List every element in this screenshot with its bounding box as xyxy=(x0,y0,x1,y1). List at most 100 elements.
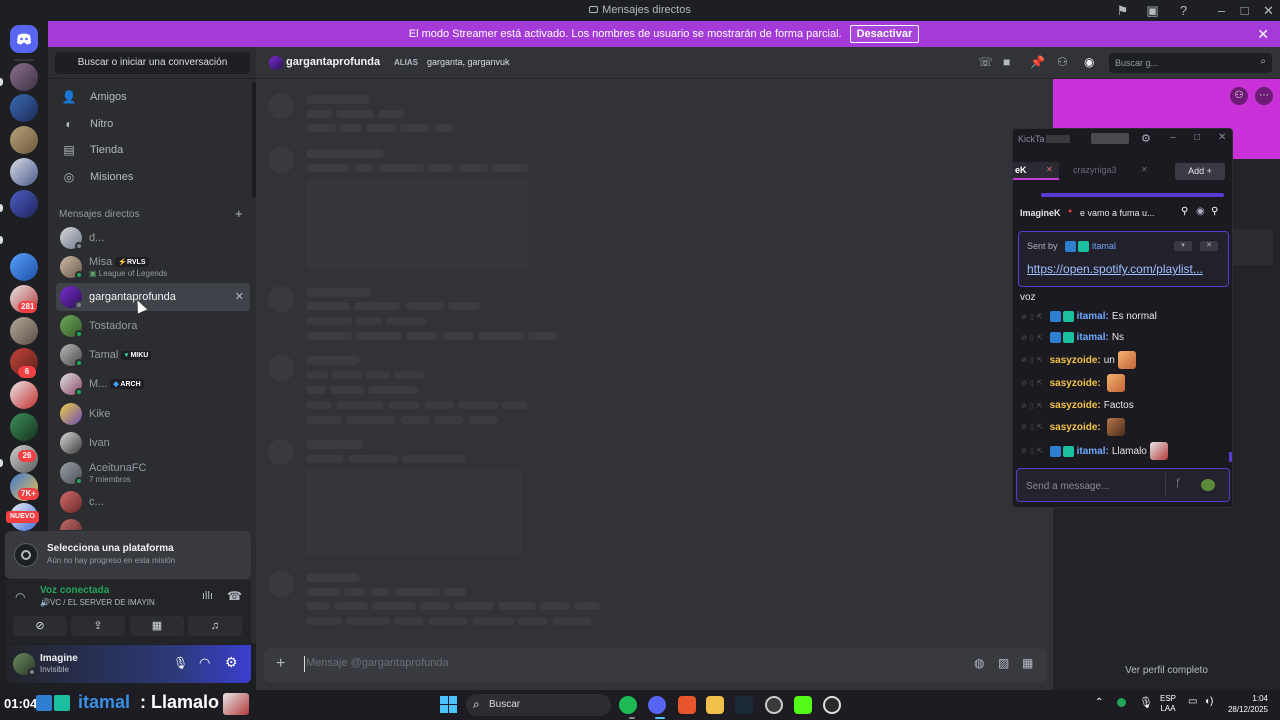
settings-gear-icon[interactable]: ⚙ xyxy=(1141,132,1151,145)
add-friend-icon[interactable]: ⚇ xyxy=(1230,87,1248,105)
microphone-icon[interactable]: 🎙 xyxy=(173,656,188,670)
deactivate-button[interactable]: Desactivar xyxy=(849,25,920,43)
noise-suppression-icon[interactable]: ıllı xyxy=(202,590,213,602)
network-icon[interactable]: ▭ xyxy=(1188,696,1197,707)
add-friends-to-dm-icon[interactable]: ⚇ xyxy=(1057,55,1068,69)
file-explorer-icon[interactable] xyxy=(706,696,724,714)
video-call-icon[interactable]: ■ xyxy=(1003,55,1010,69)
voice-channel[interactable]: 🔊VC / EL SERVER DE IMAYIN xyxy=(40,598,155,607)
headphones-icon[interactable]: ◠ xyxy=(199,655,210,671)
sticker-icon[interactable]: ▦ xyxy=(1022,656,1033,670)
server-avatar[interactable] xyxy=(10,381,38,409)
discord-home-icon[interactable] xyxy=(10,25,38,53)
pin-icon[interactable]: ⚲ xyxy=(1181,206,1188,217)
server-avatar[interactable] xyxy=(10,94,38,122)
close-window-icon[interactable]: ✕ xyxy=(1261,3,1276,18)
dm-item[interactable]: c... xyxy=(56,488,250,516)
maximize-icon[interactable]: □ xyxy=(1194,132,1200,143)
voice-call-icon[interactable]: ☏ xyxy=(978,55,993,69)
dm-item[interactable]: Tostadora xyxy=(56,312,250,340)
tray-status-icon[interactable] xyxy=(1117,698,1126,707)
dm-item[interactable]: M... ◆ ARCH xyxy=(56,370,250,398)
unpin-icon[interactable]: ✕ xyxy=(1200,241,1218,251)
search-input[interactable]: Buscar g... ⌕ xyxy=(1109,53,1272,73)
server-avatar[interactable] xyxy=(10,63,38,91)
dm-item[interactable]: AceitunaFC 7 miembros xyxy=(56,459,250,487)
camera-off-button[interactable]: ⊘ xyxy=(13,616,67,636)
kick-emotes-icon[interactable]: ᚴ xyxy=(1175,478,1182,490)
user-icon[interactable]: ◉ xyxy=(1196,206,1205,217)
nav-shop[interactable]: ▤ Tienda xyxy=(56,138,250,162)
chat-input[interactable]: Send a message... ᚴ xyxy=(1016,468,1230,502)
brave-icon[interactable] xyxy=(678,696,696,714)
gift-icon[interactable]: ◍ xyxy=(974,656,984,670)
kicktalk-icon[interactable] xyxy=(794,696,812,714)
unpin-icon[interactable]: ⚲ xyxy=(1211,206,1218,217)
nav-quests[interactable]: ◎ Misiones xyxy=(56,165,250,189)
windows-start-icon[interactable] xyxy=(440,696,457,713)
search-conversation-button[interactable]: Buscar o iniciar una conversación xyxy=(55,52,250,74)
server-avatar[interactable] xyxy=(10,253,38,281)
tray-chevron-icon[interactable]: ⌃ xyxy=(1095,697,1103,708)
signal-icon[interactable]: ◠ xyxy=(15,590,25,604)
dm-item[interactable]: d... xyxy=(56,224,250,252)
attach-plus-icon[interactable]: + xyxy=(276,655,285,673)
settings-gear-icon[interactable]: ⚙ xyxy=(225,654,238,671)
tray-mic-icon[interactable]: 🎙 xyxy=(1139,696,1153,709)
close-dm-icon[interactable]: ✕ xyxy=(235,290,244,303)
server-avatar[interactable] xyxy=(10,126,38,154)
dm-item[interactable]: Tamal ♥ MIKU xyxy=(56,341,250,369)
message-controls[interactable]: ⊘▯⇱ xyxy=(1021,356,1046,364)
message-controls[interactable]: ⊘▯⇱ xyxy=(1021,447,1046,455)
quest-panel[interactable]: Selecciona una plataforma Aún no hay pro… xyxy=(5,531,251,579)
server-avatar[interactable] xyxy=(10,190,38,218)
dm-item[interactable]: Misa ⚡RVLS ▣ League of Legends xyxy=(56,253,250,281)
system-clock[interactable]: 1:04 28/12/2025 xyxy=(1226,693,1268,715)
message-input[interactable]: Mensaje @gargantaprofunda xyxy=(306,657,449,669)
dm-item-active[interactable]: gargantaprofunda ✕ xyxy=(56,283,250,311)
message-controls[interactable]: ⊘▯⇱ xyxy=(1021,402,1046,410)
dm-item[interactable]: Ivan xyxy=(56,429,250,457)
server-avatar[interactable] xyxy=(10,413,38,441)
chat-scrollbar[interactable] xyxy=(1229,452,1232,462)
app-icon[interactable] xyxy=(823,696,841,714)
header-username[interactable]: gargantaprofunda xyxy=(286,56,380,68)
pin-icon[interactable]: 📌 xyxy=(1030,55,1045,69)
inbox-icon[interactable]: ⚑ xyxy=(1115,3,1130,18)
user-profile-icon[interactable]: ◉ xyxy=(1084,55,1094,69)
disconnect-icon[interactable]: ☎ xyxy=(227,589,242,603)
maximize-icon[interactable]: □ xyxy=(1237,3,1252,18)
message-controls[interactable]: ⊘▯⇱ xyxy=(1021,423,1046,431)
steam-icon[interactable] xyxy=(735,696,753,714)
soundboard-button[interactable]: ♫ xyxy=(188,616,242,636)
create-dm-plus-icon[interactable]: + xyxy=(235,206,243,221)
dm-item[interactable]: Kike xyxy=(56,400,250,428)
taskbar-search[interactable]: ⌕ Buscar xyxy=(466,694,611,716)
screen-icon[interactable]: ▣ xyxy=(1145,3,1160,18)
server-avatar[interactable] xyxy=(10,158,38,186)
message-controls[interactable]: ⊘▯⇱ xyxy=(1021,313,1046,321)
close-tab-icon[interactable]: ✕ xyxy=(1046,165,1053,174)
spotify-link[interactable]: https://open.spotify.com/playlist... xyxy=(1027,262,1203,276)
minimize-icon[interactable]: – xyxy=(1214,3,1229,18)
nav-friends[interactable]: 👤 Amigos xyxy=(56,85,250,109)
gif-icon[interactable]: ▨ xyxy=(998,656,1009,670)
emoji-icon[interactable] xyxy=(1201,479,1215,491)
tab-active[interactable]: eK ✕ xyxy=(1013,162,1059,180)
screen-share-button[interactable]: ⇪ xyxy=(71,616,125,636)
minimize-icon[interactable]: – xyxy=(1170,132,1176,143)
activities-button[interactable]: ▦ xyxy=(130,616,184,636)
add-channel-button[interactable]: Add + xyxy=(1175,163,1225,180)
language-indicator[interactable]: ESP LAA xyxy=(1160,694,1176,714)
discord-taskbar-icon[interactable] xyxy=(648,696,666,714)
volume-icon[interactable]: ◖) xyxy=(1204,696,1213,707)
tab-other[interactable]: crazyniga3 xyxy=(1073,165,1117,175)
server-avatar[interactable] xyxy=(10,317,38,345)
close-icon[interactable]: ✕ xyxy=(1218,132,1226,143)
more-options-icon[interactable]: ⋯ xyxy=(1255,87,1273,105)
message-controls[interactable]: ⊘▯⇱ xyxy=(1021,379,1046,387)
close-tab-icon[interactable]: ✕ xyxy=(1141,165,1148,174)
help-icon[interactable]: ? xyxy=(1176,3,1191,18)
expand-icon[interactable]: ▾ xyxy=(1174,241,1192,251)
view-full-profile-link[interactable]: Ver perfil completo xyxy=(1053,665,1280,676)
